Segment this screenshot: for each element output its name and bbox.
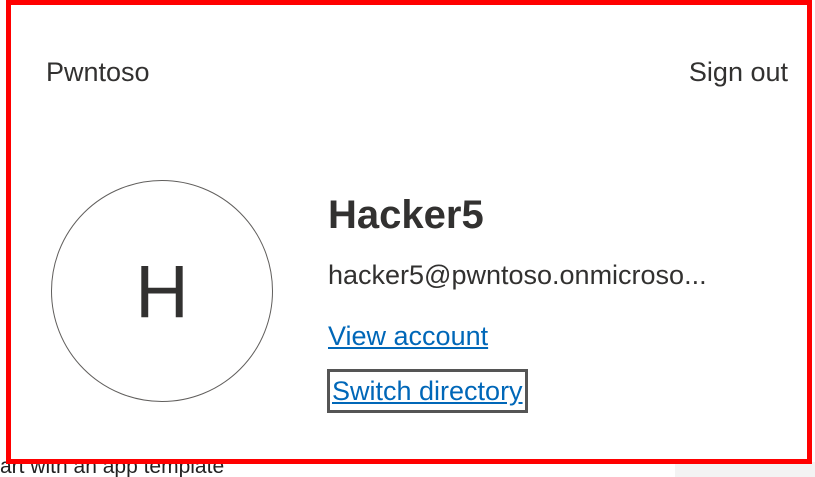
screen: art with an app template Pwntoso Sign ou… — [0, 0, 815, 477]
sign-out-link[interactable]: Sign out — [689, 55, 788, 89]
account-flyout: Pwntoso Sign out H Hacker5 hacker5@pwnto… — [6, 0, 812, 464]
organization-name: Pwntoso — [46, 57, 150, 87]
view-account-link[interactable]: View account — [328, 319, 488, 353]
background-panel — [675, 462, 815, 477]
avatar: H — [51, 180, 273, 402]
user-email: hacker5@pwntoso.onmicroso... — [328, 260, 707, 290]
switch-directory-link[interactable]: Switch directory — [327, 369, 528, 413]
user-display-name: Hacker5 — [328, 193, 484, 237]
avatar-initial: H — [135, 250, 189, 333]
